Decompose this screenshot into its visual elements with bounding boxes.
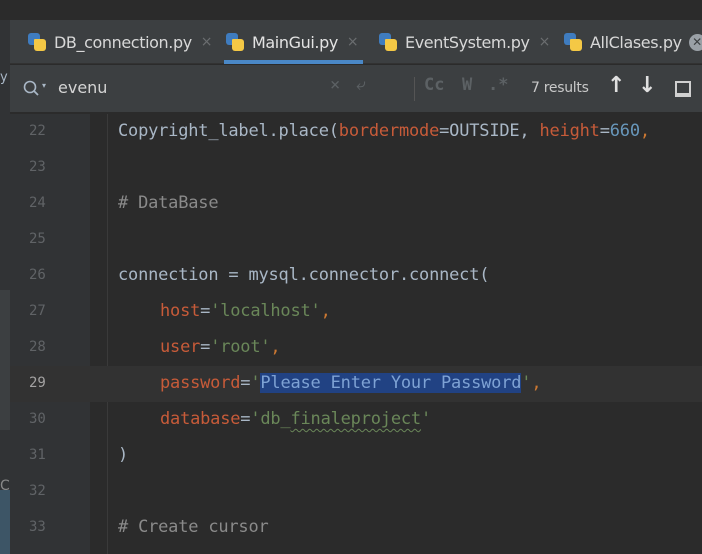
tab-allclases[interactable]: AllClases.py ✕: [562, 20, 702, 64]
code-line[interactable]: 23: [10, 150, 702, 186]
tab-close-icon[interactable]: ×: [201, 34, 213, 50]
python-file-icon: [377, 31, 399, 53]
line-number: 32: [29, 483, 46, 499]
clear-search-icon[interactable]: ×: [330, 75, 340, 95]
spellcheck-squiggle: finaleproject: [290, 409, 421, 429]
left-strip-panel: [0, 290, 10, 430]
code-text: ): [118, 445, 129, 465]
search-input[interactable]: evenu: [58, 78, 107, 97]
tab-maingui[interactable]: MainGui.py ×: [224, 20, 363, 64]
code-line[interactable]: 25: [10, 222, 702, 258]
regex-button[interactable]: .*: [488, 75, 508, 95]
line-number: 22: [29, 123, 46, 139]
tab-label: EventSystem.py: [405, 32, 530, 52]
left-strip-glyph: y: [0, 70, 8, 85]
left-tool-strip: y C: [0, 20, 10, 554]
line-number: 33: [29, 519, 46, 535]
line-number: 26: [29, 267, 46, 283]
search-history-chevron-icon[interactable]: ▾: [42, 81, 46, 90]
tab-label: DB_connection.py: [54, 32, 192, 52]
previous-occurrence-icon[interactable]: ↑: [607, 73, 625, 98]
search-separator: [414, 77, 415, 101]
editor-tab-bar: DB_connection.py × MainGui.py × EventSys…: [10, 20, 702, 64]
code-line[interactable]: 30 database='db_finaleproject': [10, 402, 702, 438]
tab-db-connection[interactable]: DB_connection.py ×: [26, 20, 213, 64]
window-top-strip: [0, 0, 702, 20]
code-line[interactable]: 33 # Create cursor: [10, 510, 702, 546]
code-text: password='Please Enter Your Password',: [160, 373, 542, 393]
code-line[interactable]: 32: [10, 474, 702, 510]
python-file-icon: [562, 31, 584, 53]
code-comment: # DataBase: [118, 193, 219, 213]
code-line[interactable]: 28 user='root',: [10, 330, 702, 366]
left-strip-panel-selected: [0, 490, 10, 554]
code-line[interactable]: 27 host='localhost',: [10, 294, 702, 330]
new-line-icon[interactable]: ⤶: [356, 75, 366, 95]
line-number: 27: [29, 303, 46, 319]
python-file-icon: [224, 31, 246, 53]
code-text: connection = mysql.connector.connect(: [118, 265, 490, 285]
line-number: 28: [29, 339, 46, 355]
open-in-window-icon[interactable]: [675, 81, 691, 97]
whole-words-button[interactable]: W: [462, 75, 472, 95]
line-number: 29: [29, 375, 46, 391]
tab-eventsystem[interactable]: EventSystem.py ×: [377, 20, 550, 64]
line-number: 31: [29, 447, 46, 463]
next-occurrence-icon[interactable]: ↓: [638, 73, 656, 98]
find-bar: ▾ evenu × ⤶ Cc W .* 7 results ↑ ↓: [10, 65, 702, 113]
search-results-count: 7 results: [531, 80, 589, 96]
code-text: database='db_finaleproject': [160, 409, 431, 429]
line-number: 30: [29, 411, 46, 427]
tab-close-icon[interactable]: ✕: [688, 33, 702, 51]
code-text: Copyright_label.place(bordermode=OUTSIDE…: [118, 121, 650, 141]
line-number: 24: [29, 195, 46, 211]
code-editor[interactable]: 22 Copyright_label.place(bordermode=OUTS…: [10, 114, 702, 554]
tab-label: AllClases.py: [590, 32, 682, 52]
tab-close-icon[interactable]: ×: [347, 34, 359, 50]
code-line[interactable]: 24 # DataBase: [10, 186, 702, 222]
code-line[interactable]: 31 ): [10, 438, 702, 474]
code-text: user='root',: [160, 337, 281, 357]
code-line[interactable]: 26 connection = mysql.connector.connect(: [10, 258, 702, 294]
match-case-button[interactable]: Cc: [424, 75, 444, 95]
code-line-current[interactable]: 29 password='Please Enter Your Password'…: [10, 366, 702, 402]
code-comment: # Create cursor: [118, 517, 269, 537]
code-line[interactable]: 22 Copyright_label.place(bordermode=OUTS…: [10, 114, 702, 150]
active-tab-indicator: [224, 60, 363, 64]
line-number: 25: [29, 231, 46, 247]
tab-label: MainGui.py: [252, 32, 338, 52]
tab-close-icon[interactable]: ×: [539, 34, 551, 50]
selected-text: Please Enter Your Password: [260, 373, 522, 393]
search-icon[interactable]: [22, 79, 42, 99]
line-number: 23: [29, 159, 46, 175]
code-text: host='localhost',: [160, 301, 331, 321]
python-file-icon: [26, 31, 48, 53]
